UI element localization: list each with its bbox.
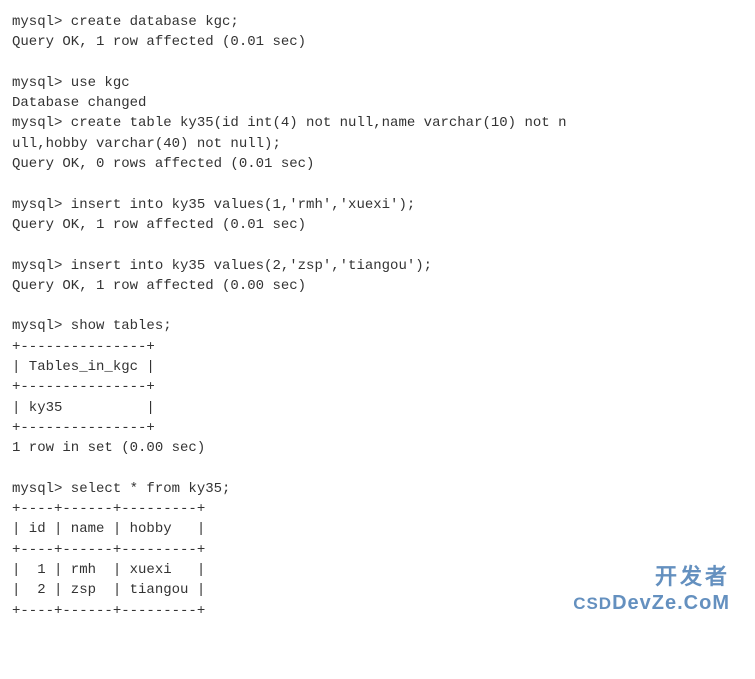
mysql-terminal-output: mysql> create database kgc; Query OK, 1 … (12, 12, 743, 621)
